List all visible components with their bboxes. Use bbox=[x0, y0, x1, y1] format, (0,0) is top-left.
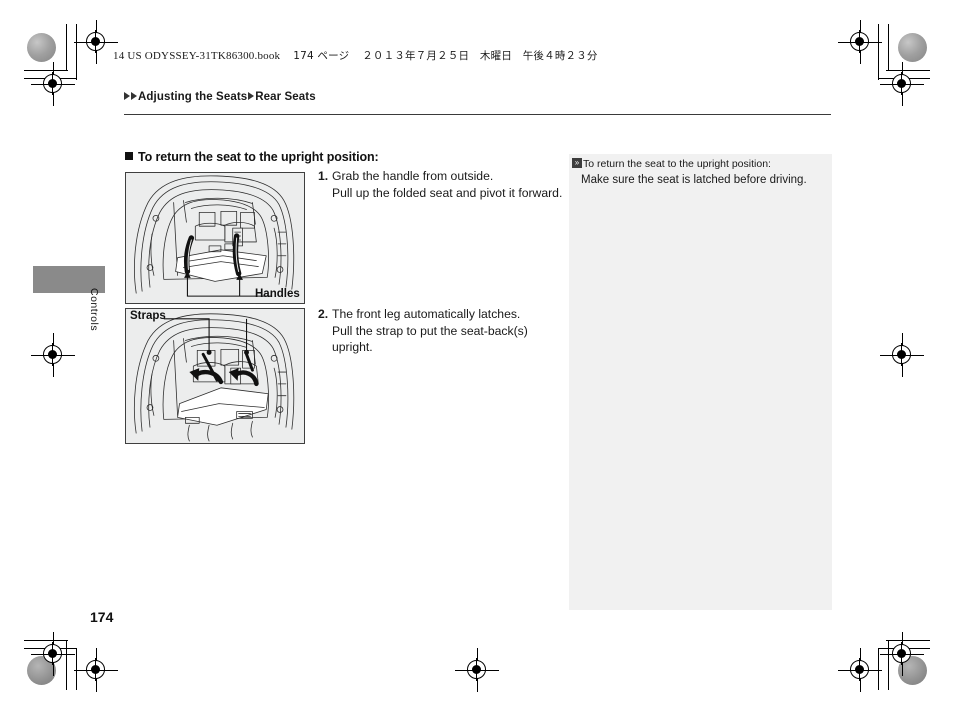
step-number: 2. bbox=[318, 307, 329, 321]
registration-mark-right-middle bbox=[880, 333, 924, 377]
step-1-line-1: Grab the handle from outside. bbox=[332, 169, 494, 183]
double-chevron-icon: » bbox=[572, 158, 582, 168]
triangle-right-icon bbox=[124, 92, 130, 100]
registration-mark-bottom-center bbox=[455, 648, 499, 692]
step-2-line-3: upright. bbox=[332, 340, 373, 354]
instruction-step-2: 2. The front leg automatically latches. … bbox=[318, 306, 568, 356]
header-divider bbox=[124, 114, 831, 115]
print-header-filename: 14 US ODYSSEY-31TK86300.book bbox=[113, 50, 281, 62]
registration-mark-left-middle bbox=[31, 333, 75, 377]
info-panel-title: » To return the seat to the upright posit… bbox=[572, 157, 771, 171]
instruction-step-1: 1. Grab the handle from outside. Pull up… bbox=[318, 168, 568, 201]
registration-mark-top-right bbox=[838, 20, 882, 64]
step-1-line-2: Pull up the folded seat and pivot it for… bbox=[332, 185, 563, 200]
info-panel-body: Make sure the seat is latched before dri… bbox=[581, 174, 807, 186]
registration-mark-left-upper bbox=[31, 62, 75, 106]
breadcrumb: Adjusting the Seats Rear Seats bbox=[124, 91, 316, 103]
registration-mark-bottom-right bbox=[838, 648, 882, 692]
bullet-square-icon bbox=[125, 152, 133, 160]
triangle-right-icon bbox=[131, 92, 137, 100]
figure-callout-handles: Handles bbox=[255, 288, 300, 300]
figure-callout-straps: Straps bbox=[130, 310, 166, 322]
step-2-line-2: Pull the strap to put the seat-back(s) bbox=[332, 323, 528, 338]
step-number: 1. bbox=[318, 169, 329, 183]
breadcrumb-level-1: Adjusting the Seats bbox=[138, 91, 248, 103]
halftone-dot-top-left bbox=[27, 33, 56, 62]
registration-mark-bottom-left bbox=[31, 632, 75, 676]
print-header: 14 US ODYSSEY-31TK86300.book 174 ページ ２０１… bbox=[113, 48, 598, 63]
print-header-page: 174 ページ bbox=[293, 50, 350, 62]
halftone-dot-top-right bbox=[898, 33, 927, 62]
info-panel-title-text: To return the seat to the upright positi… bbox=[583, 158, 771, 170]
chapter-tab-label: Controls bbox=[88, 288, 100, 332]
registration-mark-left-lower bbox=[74, 648, 118, 692]
section-heading-text: To return the seat to the upright positi… bbox=[138, 150, 379, 164]
info-panel: » To return the seat to the upright posit… bbox=[569, 154, 832, 610]
registration-mark-top-left bbox=[74, 20, 118, 64]
print-header-date: ２０１３年７月２５日 木曜日 午後４時２３分 bbox=[362, 50, 598, 62]
triangle-right-icon bbox=[248, 92, 255, 100]
illustration-handles bbox=[125, 172, 305, 304]
step-2-line-1: The front leg automatically latches. bbox=[332, 307, 521, 321]
page-number: 174 bbox=[90, 609, 114, 625]
registration-mark-right-upper bbox=[880, 62, 924, 106]
registration-mark-right-lower bbox=[880, 632, 924, 676]
illustration-straps bbox=[125, 308, 305, 444]
section-heading: To return the seat to the upright positi… bbox=[125, 150, 379, 164]
breadcrumb-level-2: Rear Seats bbox=[255, 91, 316, 103]
